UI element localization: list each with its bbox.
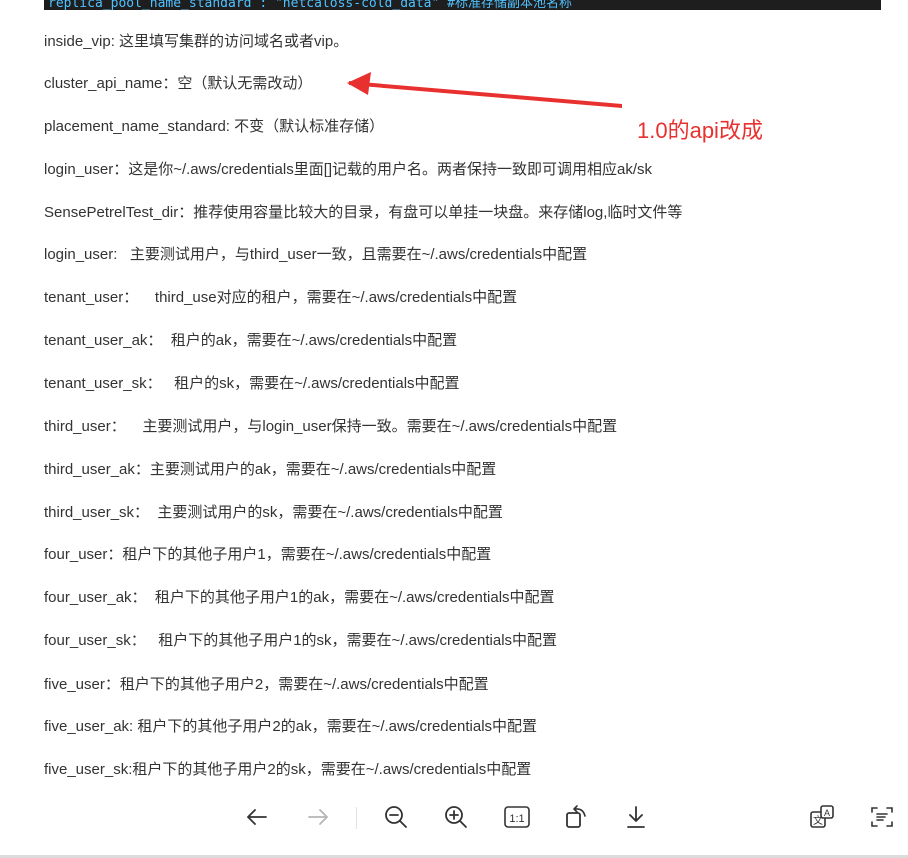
zoom-in-button[interactable] (438, 799, 474, 835)
translate-icon: 文 A (810, 805, 834, 828)
translate-button[interactable]: 文 A (804, 799, 840, 835)
rotate-icon (566, 805, 586, 828)
zoom-in-icon (445, 806, 467, 828)
previous-image-button[interactable] (239, 799, 275, 835)
image-viewer-content: replica_pool_name_standard : "netcaloss-… (0, 0, 908, 780)
annotation-arrow (347, 72, 622, 108)
zoom-out-button[interactable] (378, 799, 414, 835)
download-icon (627, 806, 645, 828)
text-extract-icon (871, 807, 893, 827)
zoom-out-icon (385, 806, 407, 828)
next-image-button[interactable] (300, 799, 336, 835)
svg-text:A: A (824, 808, 830, 818)
rotate-button[interactable] (558, 799, 594, 835)
arrow-right-icon (308, 809, 328, 825)
extract-text-button[interactable] (864, 799, 900, 835)
actual-size-button[interactable]: 1:1 (499, 799, 535, 835)
actual-size-icon: 1:1 (504, 806, 530, 828)
download-button[interactable] (618, 799, 654, 835)
viewer-toolbar: 1:1 文 A (0, 780, 908, 856)
toolbar-divider (356, 807, 357, 829)
annotation-text: 1.0的api改成 (637, 118, 763, 143)
actual-size-label: 1:1 (509, 813, 524, 825)
arrow-left-icon (247, 809, 267, 825)
